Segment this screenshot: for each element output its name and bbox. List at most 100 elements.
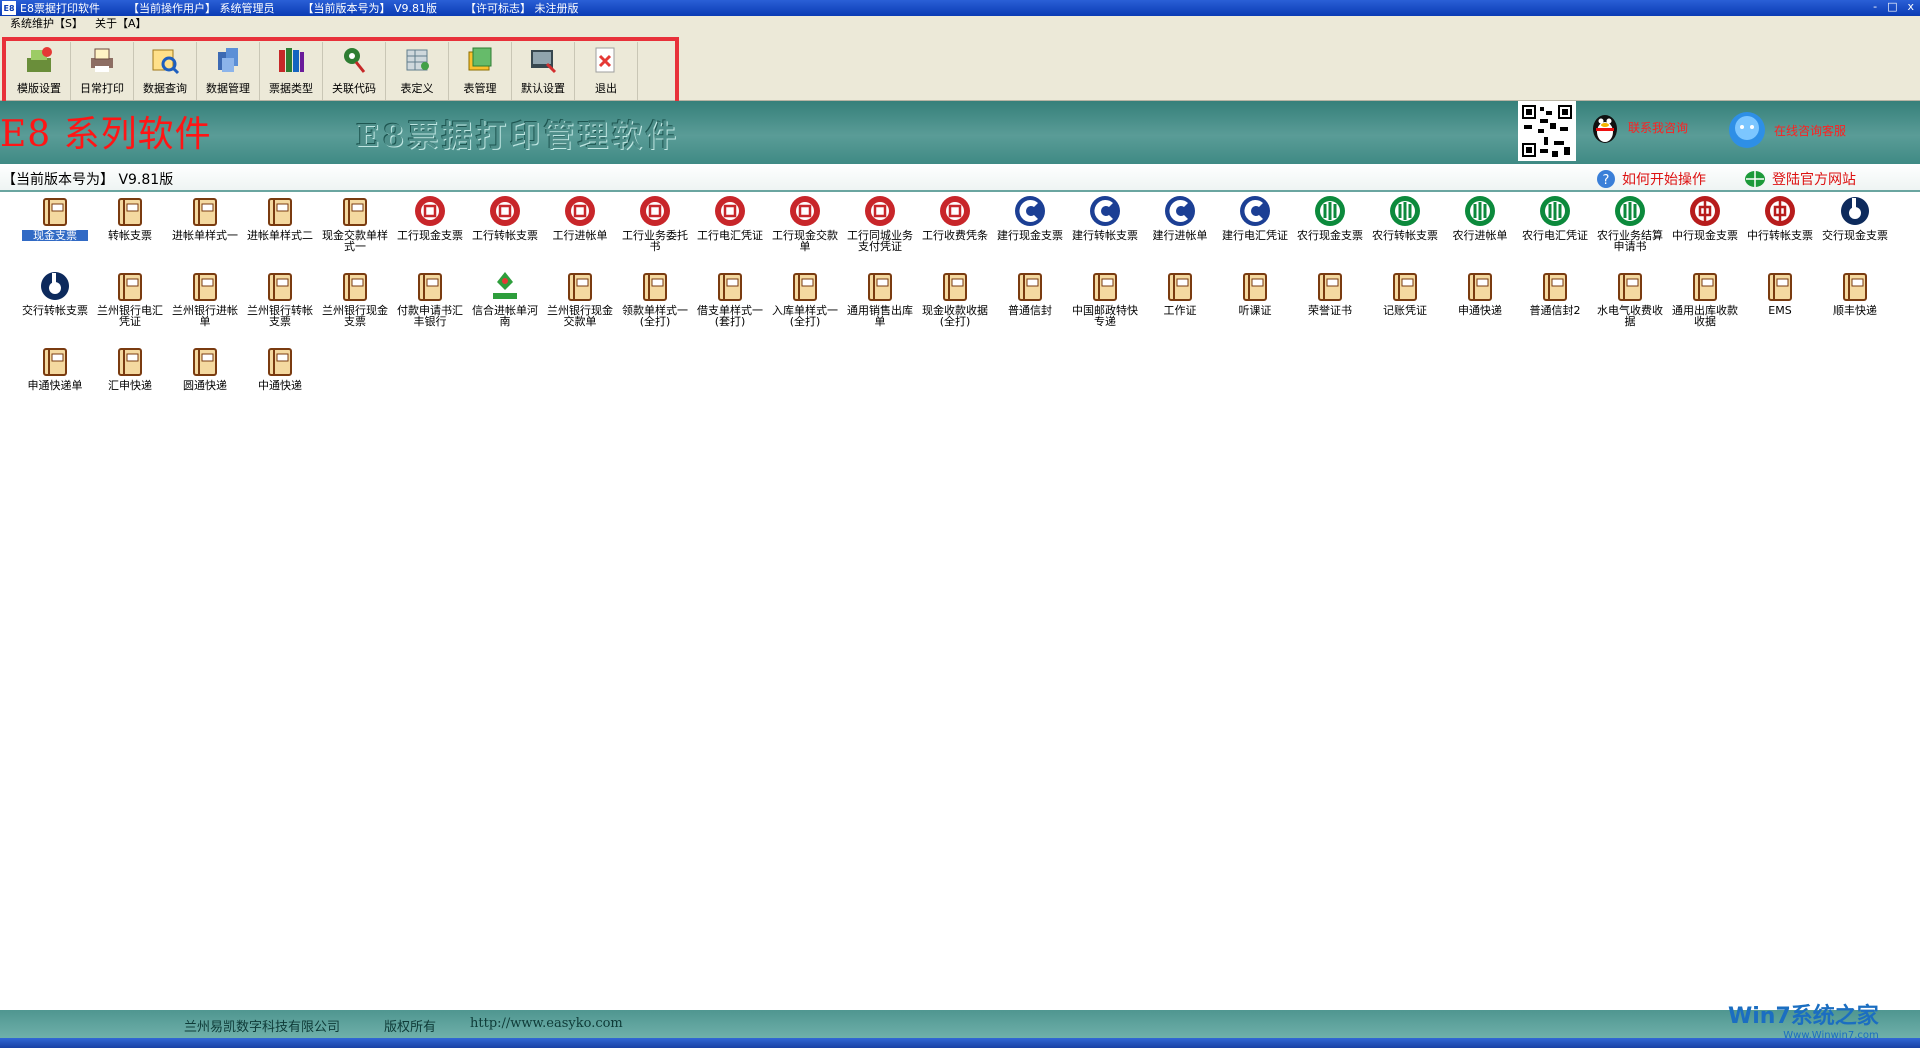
- toolbar-button-link-code[interactable]: 关联代码: [323, 42, 386, 100]
- toolbar-button-books[interactable]: 票据类型: [260, 42, 323, 100]
- template-item-label: 农行进帐单: [1452, 229, 1508, 242]
- template-item[interactable]: 建行进帐单: [1147, 194, 1213, 268]
- app-title: E8票据打印软件: [20, 2, 100, 15]
- template-item[interactable]: 工行业务委托书: [622, 194, 688, 268]
- toolbar-button-table-manage[interactable]: 表管理: [449, 42, 512, 100]
- template-item[interactable]: 兰州银行电汇凭证: [97, 269, 163, 343]
- book-template-icon: [118, 273, 142, 301]
- template-item[interactable]: 建行电汇凭证: [1222, 194, 1288, 268]
- template-item[interactable]: 工行现金交款单: [772, 194, 838, 268]
- maximize-button[interactable]: □: [1887, 0, 1897, 13]
- template-item[interactable]: 普通信封2: [1522, 269, 1588, 343]
- current-version: 【当前版本号为】 V9.81版: [302, 2, 437, 15]
- template-item[interactable]: 农行业务结算申请书: [1597, 194, 1663, 268]
- toolbar-button-table-define[interactable]: 表定义: [386, 42, 449, 100]
- template-item[interactable]: 转帐支票: [97, 194, 163, 268]
- book-template-icon: [418, 273, 442, 301]
- official-site-label: 登陆官方网站: [1772, 172, 1856, 188]
- template-item[interactable]: 兰州银行进帐单: [172, 269, 238, 343]
- template-item[interactable]: 现金收款收据(全打): [922, 269, 988, 343]
- template-item[interactable]: 汇申快递: [97, 344, 163, 418]
- template-item[interactable]: 中国邮政特快专递: [1072, 269, 1138, 343]
- template-item[interactable]: 工行收费凭条: [922, 194, 988, 268]
- footer-url[interactable]: http://www.easyko.com: [470, 1016, 623, 1031]
- template-item[interactable]: 借支单样式一(套打): [697, 269, 763, 343]
- template-item-label: 建行进帐单: [1152, 229, 1208, 242]
- book-template-icon: [43, 348, 67, 376]
- online-support-link[interactable]: 在线咨询客服: [1726, 109, 1846, 151]
- how-to-start-link[interactable]: ? 如何开始操作: [1596, 169, 1706, 189]
- template-item[interactable]: 交行现金支票: [1822, 194, 1888, 268]
- book-template-icon: [793, 273, 817, 301]
- qq-contact-link[interactable]: 联系我咨询: [1588, 109, 1688, 145]
- template-item[interactable]: 普通信封: [997, 269, 1063, 343]
- template-item[interactable]: 付款申请书汇丰银行: [397, 269, 463, 343]
- template-item[interactable]: 入库单样式一(全打): [772, 269, 838, 343]
- template-item[interactable]: 水电气收费收据: [1597, 269, 1663, 343]
- watermark: Win7系统之家 Www.Winwin7.com: [1728, 998, 1879, 1041]
- toolbar-button-exit[interactable]: 退出: [575, 42, 638, 100]
- product-title: E8票据打印管理软件: [356, 119, 680, 154]
- template-item[interactable]: 建行转帐支票: [1072, 194, 1138, 268]
- book-template-icon: [118, 198, 142, 226]
- menu-system-maintenance[interactable]: 系统维护【S】: [10, 15, 83, 31]
- template-item[interactable]: 农行现金支票: [1297, 194, 1363, 268]
- menu-about[interactable]: 关于【A】: [95, 15, 147, 31]
- icbc-template-icon: [940, 196, 970, 226]
- template-item[interactable]: 兰州银行现金交款单: [547, 269, 613, 343]
- books-icon: [279, 48, 304, 72]
- template-item[interactable]: 建行现金支票: [997, 194, 1063, 268]
- template-item[interactable]: 领款单样式一(全打): [622, 269, 688, 343]
- icbc-template-icon: [715, 196, 745, 226]
- template-item-label: 工行业务委托书: [622, 229, 688, 253]
- template-item[interactable]: 工行现金支票: [397, 194, 463, 268]
- template-item[interactable]: 交行转帐支票: [22, 269, 88, 343]
- template-item[interactable]: 信合进帐单河南: [472, 269, 538, 343]
- template-item[interactable]: 申通快递单: [22, 344, 88, 418]
- template-item-label: 记账凭证: [1383, 304, 1427, 317]
- template-item[interactable]: 中行转帐支票: [1747, 194, 1813, 268]
- template-item[interactable]: 工作证: [1147, 269, 1213, 343]
- template-item[interactable]: 中通快递: [247, 344, 313, 418]
- series-title: E8 系列软件: [0, 114, 212, 155]
- template-item[interactable]: 现金交款单样式一: [322, 194, 388, 268]
- close-button[interactable]: x: [1907, 0, 1914, 13]
- book-template-icon: [268, 348, 292, 376]
- template-item[interactable]: 工行电汇凭证: [697, 194, 763, 268]
- template-item[interactable]: 听课证: [1222, 269, 1288, 343]
- template-item[interactable]: 工行进帐单: [547, 194, 613, 268]
- template-item[interactable]: 工行同城业务支付凭证: [847, 194, 913, 268]
- toolbar-button-data-manage[interactable]: 数据管理: [197, 42, 260, 100]
- template-item[interactable]: 农行进帐单: [1447, 194, 1513, 268]
- template-item[interactable]: 记账凭证: [1372, 269, 1438, 343]
- toolbar-button-printer[interactable]: 日常打印: [71, 42, 134, 100]
- template-item[interactable]: 通用出库收款收据: [1672, 269, 1738, 343]
- footer-company: 兰州易凯数字科技有限公司: [184, 1020, 341, 1035]
- toolbar-button-template-settings[interactable]: 模版设置: [8, 42, 71, 100]
- template-item-label: 兰州银行现金支票: [322, 304, 388, 328]
- template-item[interactable]: 通用销售出库单: [847, 269, 913, 343]
- template-item[interactable]: 进帐单样式一: [172, 194, 238, 268]
- template-item[interactable]: 荣誉证书: [1297, 269, 1363, 343]
- template-item[interactable]: 兰州银行转帐支票: [247, 269, 313, 343]
- template-item-label: 通用出库收款收据: [1672, 304, 1738, 328]
- template-item[interactable]: 现金支票: [22, 194, 88, 268]
- toolbar-button-default-settings[interactable]: 默认设置: [512, 42, 575, 100]
- abc-template-icon: [1390, 196, 1420, 226]
- template-item[interactable]: 中行现金支票: [1672, 194, 1738, 268]
- template-item[interactable]: 圆通快递: [172, 344, 238, 418]
- template-item[interactable]: 顺丰快递: [1822, 269, 1888, 343]
- template-item[interactable]: EMS: [1747, 269, 1813, 343]
- template-item[interactable]: 进帐单样式二: [247, 194, 313, 268]
- template-item-label: 工行收费凭条: [922, 229, 988, 242]
- template-item[interactable]: 农行转帐支票: [1372, 194, 1438, 268]
- template-item[interactable]: 工行转帐支票: [472, 194, 538, 268]
- template-item[interactable]: 申通快递: [1447, 269, 1513, 343]
- toolbar-button-search[interactable]: 数据查询: [134, 42, 197, 100]
- table-manage-icon: [468, 47, 492, 71]
- xinhe-template-icon: [493, 272, 517, 299]
- minimize-button[interactable]: -: [1873, 0, 1877, 13]
- template-item[interactable]: 农行电汇凭证: [1522, 194, 1588, 268]
- official-site-link[interactable]: 登陆官方网站: [1744, 169, 1856, 189]
- template-item[interactable]: 兰州银行现金支票: [322, 269, 388, 343]
